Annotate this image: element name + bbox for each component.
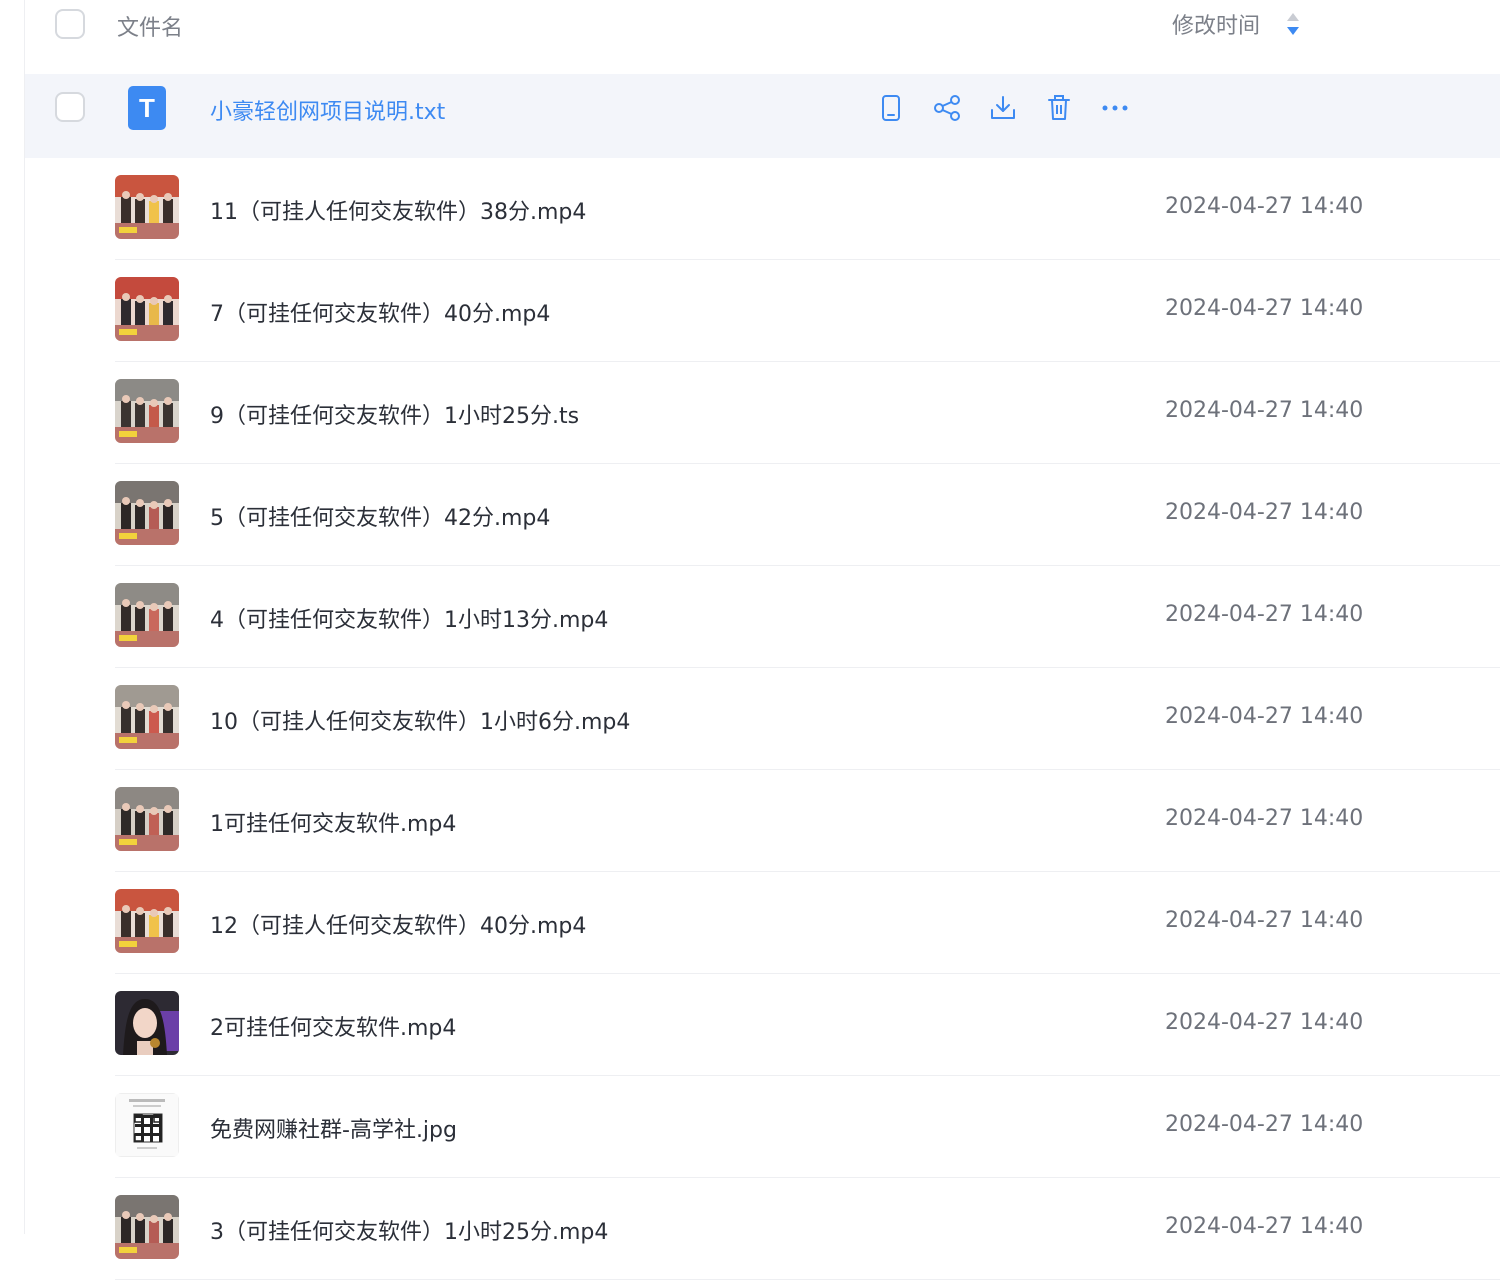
sort-arrows-icon[interactable] bbox=[1285, 10, 1301, 38]
modified-time: 2024-04-27 14:40 bbox=[1165, 1112, 1364, 1137]
selected-file-row[interactable]: T 小豪轻创网项目说明.txt bbox=[25, 74, 1500, 158]
file-name[interactable]: 9（可挂任何交友软件）1小时25分.ts bbox=[210, 398, 579, 430]
file-name[interactable]: 5（可挂任何交友软件）42分.mp4 bbox=[210, 500, 550, 532]
modified-time: 2024-04-27 14:40 bbox=[1165, 500, 1364, 525]
file-name[interactable]: 4（可挂任何交友软件）1小时13分.mp4 bbox=[210, 602, 608, 634]
download-icon[interactable] bbox=[987, 92, 1019, 124]
file-row[interactable]: 4（可挂任何交友软件）1小时13分.mp4 2024-04-27 14:40 bbox=[115, 566, 1500, 668]
phone-icon[interactable] bbox=[875, 92, 907, 124]
video-thumbnail[interactable] bbox=[115, 583, 179, 647]
select-all-checkbox[interactable] bbox=[55, 9, 85, 39]
file-list-header: 文件名 修改时间 bbox=[25, 0, 1500, 48]
share-icon[interactable] bbox=[931, 92, 963, 124]
file-row[interactable]: 9（可挂任何交友软件）1小时25分.ts 2024-04-27 14:40 bbox=[115, 362, 1500, 464]
file-row[interactable]: 11（可挂人任何交友软件）38分.mp4 2024-04-27 14:40 bbox=[115, 158, 1500, 260]
video-thumbnail[interactable] bbox=[115, 379, 179, 443]
modified-time: 2024-04-27 14:40 bbox=[1165, 704, 1364, 729]
file-name[interactable]: 免费网赚社群-高学社.jpg bbox=[210, 1112, 457, 1144]
name-column-header[interactable]: 文件名 bbox=[117, 10, 183, 42]
row-checkbox[interactable] bbox=[55, 92, 85, 122]
modified-time-column-header[interactable]: 修改时间 bbox=[1172, 8, 1260, 40]
file-name[interactable]: 12（可挂人任何交友软件）40分.mp4 bbox=[210, 908, 586, 940]
left-rail bbox=[0, 0, 25, 1234]
video-thumbnail[interactable] bbox=[115, 277, 179, 341]
trash-icon[interactable] bbox=[1043, 92, 1075, 124]
file-name[interactable]: 2可挂任何交友软件.mp4 bbox=[210, 1010, 456, 1042]
video-thumbnail[interactable] bbox=[115, 787, 179, 851]
file-name[interactable]: 1可挂任何交友软件.mp4 bbox=[210, 806, 456, 838]
file-name-link[interactable]: 小豪轻创网项目说明.txt bbox=[210, 94, 445, 126]
file-row[interactable]: 3（可挂任何交友软件）1小时25分.mp4 2024-04-27 14:40 bbox=[115, 1178, 1500, 1280]
file-row[interactable]: 10（可挂人任何交友软件）1小时6分.mp4 2024-04-27 14:40 bbox=[115, 668, 1500, 770]
modified-time: 2024-04-27 14:40 bbox=[1165, 806, 1364, 831]
modified-time: 2024-04-27 14:40 bbox=[1165, 1010, 1364, 1035]
more-icon[interactable] bbox=[1099, 92, 1131, 124]
file-name[interactable]: 10（可挂人任何交友软件）1小时6分.mp4 bbox=[210, 704, 630, 736]
file-row[interactable]: 免费网赚社群-高学社.jpg 2024-04-27 14:40 bbox=[115, 1076, 1500, 1178]
modified-time: 2024-04-27 14:40 bbox=[1165, 296, 1364, 321]
file-row[interactable]: 1可挂任何交友软件.mp4 2024-04-27 14:40 bbox=[115, 770, 1500, 872]
modified-time: 2024-04-27 14:40 bbox=[1165, 1214, 1364, 1239]
qr-code-thumbnail[interactable] bbox=[115, 1093, 179, 1157]
modified-time: 2024-04-27 14:40 bbox=[1165, 602, 1364, 627]
file-row[interactable]: 7（可挂任何交友软件）40分.mp4 2024-04-27 14:40 bbox=[115, 260, 1500, 362]
file-name[interactable]: 11（可挂人任何交友软件）38分.mp4 bbox=[210, 194, 586, 226]
file-name[interactable]: 7（可挂任何交友软件）40分.mp4 bbox=[210, 296, 550, 328]
video-thumbnail[interactable] bbox=[115, 1195, 179, 1259]
text-file-icon: T bbox=[128, 86, 166, 130]
file-row[interactable]: 2可挂任何交友软件.mp4 2024-04-27 14:40 bbox=[115, 974, 1500, 1076]
modified-time: 2024-04-27 14:40 bbox=[1165, 398, 1364, 423]
file-row[interactable]: 12（可挂人任何交友软件）40分.mp4 2024-04-27 14:40 bbox=[115, 872, 1500, 974]
video-thumbnail[interactable] bbox=[115, 481, 179, 545]
modified-time: 2024-04-27 14:40 bbox=[1165, 194, 1364, 219]
video-thumbnail[interactable] bbox=[115, 175, 179, 239]
portrait-thumbnail[interactable] bbox=[115, 991, 179, 1055]
video-thumbnail[interactable] bbox=[115, 685, 179, 749]
file-row[interactable]: 5（可挂任何交友软件）42分.mp4 2024-04-27 14:40 bbox=[115, 464, 1500, 566]
modified-time: 2024-04-27 14:40 bbox=[1165, 908, 1364, 933]
video-thumbnail[interactable] bbox=[115, 889, 179, 953]
file-name[interactable]: 3（可挂任何交友软件）1小时25分.mp4 bbox=[210, 1214, 608, 1246]
